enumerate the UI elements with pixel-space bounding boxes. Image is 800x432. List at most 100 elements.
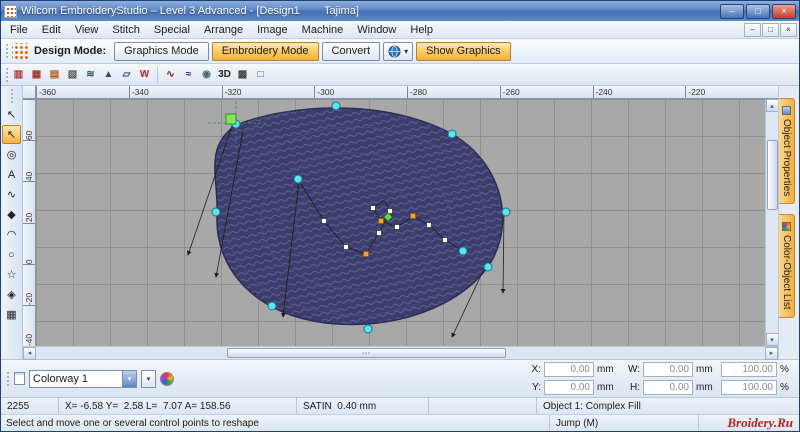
machine-format-button[interactable]: ▾ [383,41,414,61]
w-input[interactable]: 0.00 [643,362,693,377]
ellipse-tool[interactable]: ○ [2,245,21,264]
ruler-tick-label: -320 [221,86,315,98]
input-c-icon[interactable]: ▱ [118,66,135,83]
view-icon-group: ∿ ≈ ◉ 3D ▩ □ [162,66,269,83]
toolbar-grip[interactable] [5,66,9,83]
menu-item[interactable]: View [68,22,106,38]
ruler-tick-label: -340 [128,86,222,98]
sequin-icon[interactable]: ◉ [198,66,215,83]
3d-effect-icon[interactable]: 3D [216,66,233,83]
horizontal-scrollbar[interactable]: ◂ ▸ [23,346,778,360]
menu-items: File Edit View Stitch Special Arrange Image Mac… [3,22,440,38]
object-properties-icon [782,106,791,115]
properties-bar: Colorway 1 ▾ ▾ X: 0.00 mm W: 0.00 mm 100… [1,359,799,397]
grid-tool[interactable]: ▦ [2,305,21,324]
show-stitches-icon[interactable]: ▩ [234,66,251,83]
menu-item[interactable]: Machine [295,22,351,38]
convert-button[interactable]: Convert [321,41,381,61]
menu-item[interactable]: Image [250,22,295,38]
ruler-tick-label: -20 [23,263,35,305]
tab-object-properties[interactable]: Object Properties [779,98,795,205]
h-input[interactable]: 0.00 [643,380,693,395]
input-a-icon[interactable]: ▲ [100,66,117,83]
graphics-mode-button[interactable]: Graphics Mode [114,41,209,61]
active-anchor-handle[interactable] [225,113,237,125]
contour-fill-icon[interactable]: ≋ [82,66,99,83]
ruler-tick-label: 60 [23,99,35,140]
vertical-scroll-thumb[interactable] [766,140,778,210]
menu-item[interactable]: File [3,22,35,38]
show-graphics-button[interactable]: Show Graphics [416,41,511,61]
menu-item[interactable]: Help [403,22,440,38]
run-stitch-icon[interactable]: ∿ [162,66,179,83]
canvas-area: -360 -340 -320 -300 -280 -260 -240 -220 60 40 20 0… [23,86,779,360]
select-tool[interactable]: ↖ [2,105,21,124]
digitize-closed-tool[interactable]: ◆ [2,205,21,224]
stitch-type-info: SATIN 0.40 mm [297,398,429,414]
digitize-open-tool[interactable]: ◠ [2,225,21,244]
mdi-window-controls: – □ × [744,22,797,37]
menu-item[interactable]: Edit [35,22,68,38]
toolbar-separator [157,66,158,83]
scroll-down-icon[interactable]: ▾ [765,333,779,346]
mdi-restore-button[interactable]: □ [762,22,779,37]
object-info: Object 1: Complex Fill [543,400,641,412]
palette-icon[interactable] [160,371,174,386]
toolbar-grip[interactable] [9,88,14,104]
design-canvas[interactable] [36,99,765,346]
triple-run-icon[interactable]: ≈ [180,66,197,83]
title-bar[interactable]: Wilcom EmbroideryStudio – Level 3 Advanc… [1,1,799,21]
mdi-close-button[interactable]: × [780,22,797,37]
menu-item[interactable]: Arrange [197,22,250,38]
x-unit: mm [597,364,614,375]
menu-item[interactable]: Stitch [105,22,147,38]
colorway-select[interactable]: Colorway 1 ▾ [29,369,137,388]
tool-palette: ↖ ↖ ◎ A ∿ ◆ ◠ ○ ☆ ◈ ▦ [1,86,23,359]
chevron-down-icon[interactable]: ▾ [122,370,136,387]
menu-item[interactable]: Special [147,22,197,38]
ruler-tick-label: -40 [23,304,35,346]
parallel-fill-icon[interactable]: ▥ [10,66,27,83]
motif-fill-icon[interactable]: ▧ [64,66,81,83]
lettering-tool[interactable]: A [2,165,21,184]
zoom-1to1-icon[interactable]: □ [252,66,269,83]
reshape-tool[interactable]: ↖ [2,125,21,144]
scroll-left-icon[interactable]: ◂ [23,346,36,360]
zoom-tool[interactable]: ◎ [2,145,21,164]
toolbar-grip[interactable] [5,43,9,59]
vertical-scrollbar[interactable]: ▴ ▾ [765,99,779,346]
scale-y-input[interactable]: 100.00 [721,380,777,395]
embroidery-object[interactable] [214,107,504,326]
w-label: W: [627,364,640,375]
minimize-button[interactable]: – [720,3,744,19]
tatami-fill-icon[interactable]: ▦ [28,66,45,83]
toolbar-grip[interactable] [6,370,10,387]
maximize-button[interactable]: □ [746,3,770,19]
star-tool[interactable]: ☆ [2,265,21,284]
scroll-right-icon[interactable]: ▸ [765,346,778,360]
scale-x-percent: % [780,364,789,375]
embroidery-mode-button[interactable]: Embroidery Mode [211,41,319,61]
ruler-tick-label: -260 [499,86,593,98]
satin-fill-icon[interactable]: ▤ [46,66,63,83]
y-unit: mm [597,382,614,393]
close-button[interactable]: × [772,3,796,19]
application-window: Wilcom EmbroideryStudio – Level 3 Advanc… [0,0,800,432]
embroidery-design [187,101,511,338]
y-input[interactable]: 0.00 [544,380,594,395]
ruler-tick-label: -300 [314,86,407,98]
docked-panel-tabs: Object Properties Color-Object List [778,86,799,359]
h-label: H: [630,382,640,393]
mdi-minimize-button[interactable]: – [744,22,761,37]
tab-color-object-list[interactable]: Color-Object List [779,214,795,318]
scale-x-input[interactable]: 100.00 [721,362,777,377]
colorway-menu-button[interactable]: ▾ [141,369,156,388]
scroll-up-icon[interactable]: ▴ [765,99,779,112]
freehand-tool[interactable]: ∿ [2,185,21,204]
horizontal-scroll-thumb[interactable] [226,348,507,358]
lettering-icon[interactable]: W [136,66,153,83]
mirror-merge-tool[interactable]: ◈ [2,285,21,304]
ruler-tick-label: -280 [407,86,500,98]
x-input[interactable]: 0.00 [544,362,594,377]
menu-item[interactable]: Window [350,22,403,38]
